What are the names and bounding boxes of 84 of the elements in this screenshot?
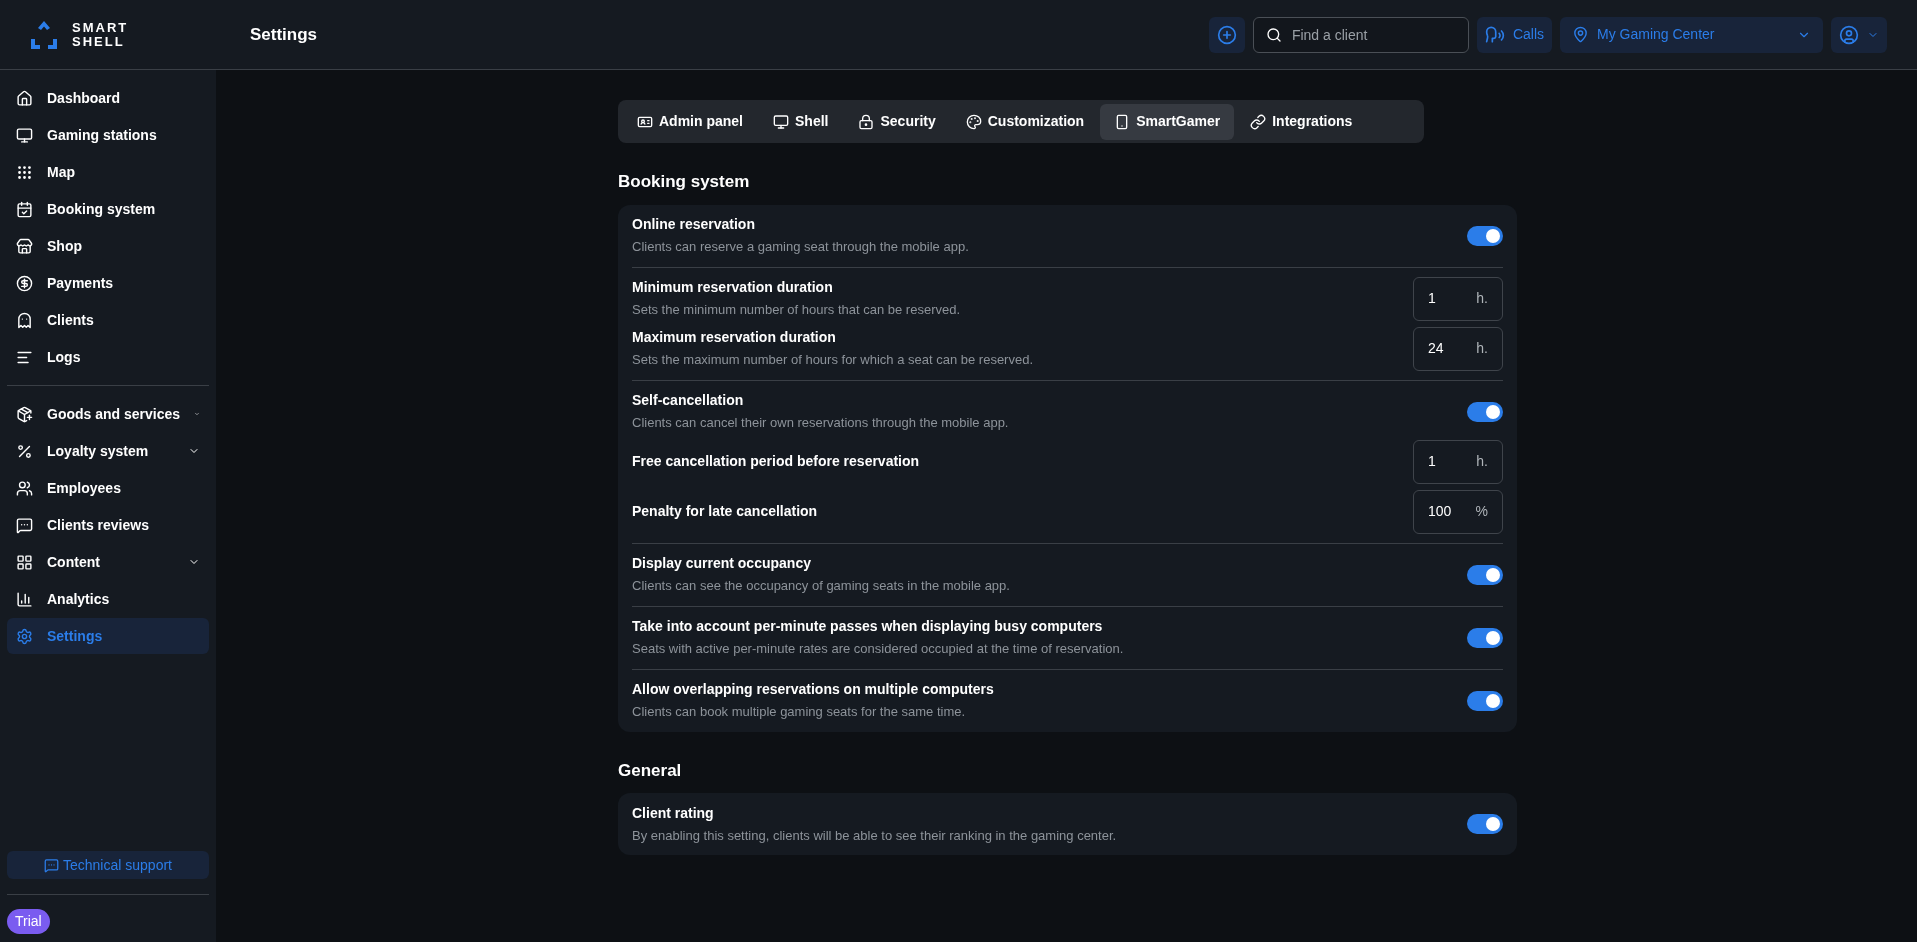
setting-description: Clients can reserve a gaming seat through the mobile app. bbox=[632, 238, 970, 257]
sidebar-item[interactable]: Loyalty system bbox=[7, 433, 209, 469]
toggle-switch[interactable] bbox=[1467, 401, 1503, 422]
number-field[interactable]: 100 % bbox=[1413, 489, 1503, 534]
setting-description: By enabling this setting, clients will be able to see their ranking in the gaming center. bbox=[632, 826, 1118, 845]
toggle-switch[interactable] bbox=[1467, 627, 1503, 648]
setting-title: Online reservation bbox=[632, 215, 756, 235]
sidebar-item[interactable]: Shop bbox=[7, 228, 209, 264]
setting-description: Sets the minimum number of hours that can be reserved. bbox=[632, 301, 962, 320]
home-icon bbox=[16, 89, 33, 107]
add-button[interactable] bbox=[1208, 16, 1245, 53]
toggle-switch[interactable] bbox=[1467, 564, 1503, 585]
sidebar-item[interactable]: Logs bbox=[7, 339, 209, 375]
plus-icon bbox=[1216, 24, 1237, 45]
trial-badge: Trial bbox=[7, 909, 50, 934]
sidebar-item[interactable]: Employees bbox=[7, 470, 209, 506]
link-icon bbox=[1250, 113, 1267, 130]
search-field[interactable]: Find a client bbox=[1252, 16, 1469, 53]
calls-button[interactable]: Calls bbox=[1476, 16, 1552, 53]
palette-icon bbox=[965, 113, 982, 130]
toggle-switch[interactable] bbox=[1467, 225, 1503, 246]
settings-icon bbox=[16, 627, 33, 645]
toggle-switch[interactable] bbox=[1467, 690, 1503, 711]
settings-tab[interactable]: Security bbox=[844, 103, 950, 140]
monitor-icon bbox=[16, 126, 33, 144]
settings-tab[interactable]: Shell bbox=[759, 103, 843, 140]
profile-button[interactable] bbox=[1831, 16, 1887, 53]
sidebar-item[interactable]: Clients bbox=[7, 302, 209, 338]
store-icon bbox=[16, 237, 33, 255]
dots-grid-icon bbox=[16, 163, 33, 181]
sidebar-item[interactable]: Content bbox=[7, 544, 209, 580]
chat-icon bbox=[16, 516, 33, 534]
chat-icon bbox=[44, 857, 59, 873]
section-heading: General bbox=[618, 759, 683, 782]
setting-description: Sets the maximum number of hours for which a seat can be reserved. bbox=[632, 351, 1035, 370]
setting-title: Client rating bbox=[632, 803, 715, 823]
number-field[interactable]: 24 h. bbox=[1413, 326, 1503, 371]
setting-title: Maximum reservation duration bbox=[632, 328, 837, 348]
number-field[interactable]: 1 h. bbox=[1413, 276, 1503, 321]
setting-title: Penalty for late cancellation bbox=[632, 502, 819, 521]
setting-title: Self-cancellation bbox=[632, 391, 745, 411]
setting-description: Clients can book multiple gaming seats for the same time. bbox=[632, 703, 967, 722]
sidebar-item[interactable]: Analytics bbox=[7, 581, 209, 617]
sidebar-item[interactable]: Clients reviews bbox=[7, 507, 209, 543]
map-pin-icon bbox=[1572, 26, 1589, 43]
settings-tab[interactable]: SmartGamer bbox=[1100, 103, 1235, 140]
page-title: Settings bbox=[250, 23, 318, 46]
setting-description: Clients can see the occupancy of gaming seats in the mobile app. bbox=[632, 577, 1011, 596]
calendar-check-icon bbox=[16, 200, 33, 218]
setting-title: Allow overlapping reservations on multiple computers bbox=[632, 680, 995, 700]
number-field[interactable]: 1 h. bbox=[1413, 439, 1503, 484]
sidebar-item[interactable]: Map bbox=[7, 154, 209, 190]
settings-tab[interactable]: Admin panel bbox=[623, 103, 757, 140]
gaming-center-select[interactable]: My Gaming Center bbox=[1560, 16, 1823, 53]
ghost-icon bbox=[16, 311, 33, 329]
search-icon bbox=[1265, 26, 1282, 43]
technical-support-button[interactable]: Technical support bbox=[7, 851, 209, 879]
people-icon bbox=[16, 479, 33, 497]
lock-icon bbox=[858, 113, 875, 130]
setting-title: Take into account per-minute passes when displaying busy computers bbox=[632, 617, 1104, 637]
speaking-head-icon bbox=[1484, 24, 1505, 45]
section-heading: Booking system bbox=[618, 171, 751, 193]
logo-text: SMART SHELL bbox=[72, 20, 129, 49]
grid-icon bbox=[16, 553, 33, 571]
sidebar-item[interactable]: Gaming stations bbox=[7, 117, 209, 153]
sidebar-item[interactable]: Settings bbox=[7, 618, 209, 654]
box-plus-icon bbox=[16, 405, 33, 423]
percent-icon bbox=[16, 442, 33, 460]
sidebar-item[interactable]: Booking system bbox=[7, 191, 209, 227]
setting-title: Display current occupancy bbox=[632, 554, 812, 574]
settings-tab[interactable]: Integrations bbox=[1236, 103, 1367, 140]
user-icon bbox=[1839, 24, 1859, 45]
toggle-switch[interactable] bbox=[1467, 814, 1503, 834]
setting-title: Minimum reservation duration bbox=[632, 278, 834, 298]
sidebar-item[interactable]: Goods and services bbox=[7, 396, 209, 432]
monitor-icon bbox=[773, 113, 789, 130]
setting-title: Free cancellation period before reservation bbox=[632, 452, 921, 471]
setting-description: Clients can cancel their own reservations through the mobile app. bbox=[632, 414, 1010, 433]
setting-description: Seats with active per-minute rates are considered occupied at the time of reservation. bbox=[632, 640, 1125, 659]
coin-icon bbox=[16, 274, 33, 292]
sidebar-item[interactable]: Dashboard bbox=[7, 80, 209, 116]
bar-chart-icon bbox=[16, 590, 33, 608]
settings-tab[interactable]: Customization bbox=[951, 103, 1099, 140]
sidebar-item[interactable]: Payments bbox=[7, 265, 209, 301]
